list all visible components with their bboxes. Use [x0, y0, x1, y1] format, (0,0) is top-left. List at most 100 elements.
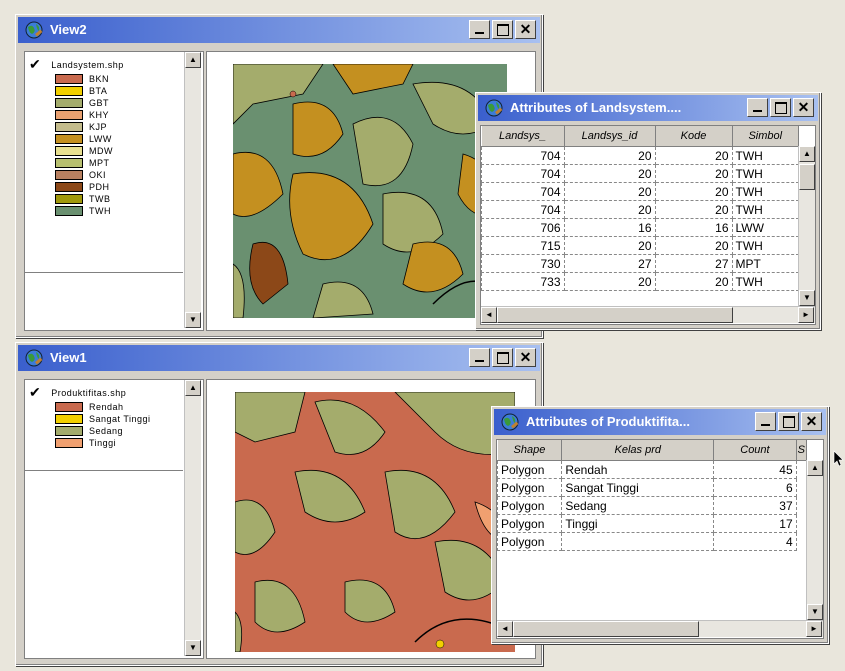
table-row[interactable]: Polygon Rendah 45: [497, 460, 807, 479]
column-header[interactable]: Landsys_id: [564, 126, 656, 147]
scroll-left-icon[interactable]: ◄: [481, 307, 497, 323]
table-cell[interactable]: 20: [654, 182, 733, 201]
table-cell[interactable]: 20: [654, 272, 733, 291]
checkmark-icon[interactable]: ✔: [29, 56, 41, 73]
scroll-thumb[interactable]: [513, 621, 699, 637]
close-icon[interactable]: ✕: [515, 20, 536, 39]
table-vertical-scrollbar[interactable]: ▲ ▼: [806, 460, 823, 620]
close-icon[interactable]: ✕: [515, 348, 536, 367]
table-cell[interactable]: TWH: [731, 164, 799, 183]
table-cell[interactable]: 27: [563, 254, 656, 273]
table-vertical-scrollbar[interactable]: ▲ ▼: [798, 146, 815, 306]
table-cell[interactable]: 20: [563, 146, 656, 165]
toc-scrollbar[interactable]: ▲ ▼: [184, 52, 201, 328]
table-cell[interactable]: 704: [481, 200, 565, 219]
scroll-down-icon[interactable]: ▼: [807, 604, 823, 620]
maximize-icon[interactable]: [778, 412, 799, 431]
table-row[interactable]: 730 27 27 MPT: [481, 254, 799, 273]
table-cell[interactable]: 20: [563, 164, 656, 183]
maximize-icon[interactable]: [492, 20, 513, 39]
scroll-up-icon[interactable]: ▲: [185, 380, 201, 396]
table-cell[interactable]: LWW: [731, 218, 799, 237]
maximize-icon[interactable]: [492, 348, 513, 367]
scroll-down-icon[interactable]: ▼: [185, 640, 201, 656]
table-cell[interactable]: 730: [481, 254, 565, 273]
scroll-left-icon[interactable]: ◄: [497, 621, 513, 637]
table-cell[interactable]: TWH: [731, 272, 799, 291]
table-cell[interactable]: [561, 532, 715, 551]
table-cell[interactable]: Rendah: [561, 460, 715, 479]
column-header[interactable]: Simbol: [732, 126, 799, 147]
column-header[interactable]: Landsys_: [481, 126, 565, 147]
column-header[interactable]: Kelas prd: [561, 440, 715, 461]
scroll-up-icon[interactable]: ▲: [807, 460, 823, 476]
landsystem-attributes-window[interactable]: Attributes of Landsystem.... ✕ Landsys_ L…: [475, 92, 821, 330]
table-row[interactable]: 715 20 20 TWH: [481, 236, 799, 255]
scroll-right-icon[interactable]: ►: [798, 307, 814, 323]
scroll-right-icon[interactable]: ►: [806, 621, 822, 637]
table-cell[interactable]: 20: [654, 236, 733, 255]
table-cell[interactable]: Polygon: [497, 460, 563, 479]
table-cell[interactable]: Polygon: [497, 478, 563, 497]
checkmark-icon[interactable]: ✔: [29, 384, 41, 401]
table-horizontal-scrollbar[interactable]: ◄ ►: [481, 306, 815, 323]
table-cell[interactable]: 704: [481, 182, 565, 201]
table-cell[interactable]: TWH: [731, 200, 799, 219]
table-row[interactable]: 704 20 20 TWH: [481, 182, 799, 201]
view1-table-of-contents[interactable]: ✔ Produktifitas.shp Rendah Sangat Tinggi S…: [24, 379, 204, 659]
scroll-thumb[interactable]: [497, 307, 733, 323]
table-row[interactable]: 733 20 20 TWH: [481, 272, 799, 291]
view2-window[interactable]: View2 ✕ ✔ Landsystem.shp BKN BTA GBT KHY KJP…: [15, 14, 543, 338]
column-header[interactable]: S: [796, 440, 808, 461]
table-cell[interactable]: 20: [654, 146, 733, 165]
table-cell[interactable]: 45: [713, 460, 797, 479]
view1-titlebar[interactable]: View1 ✕: [18, 345, 540, 371]
view2-titlebar[interactable]: View2 ✕: [18, 17, 540, 43]
table-cell[interactable]: 704: [481, 146, 565, 165]
close-icon[interactable]: ✕: [793, 98, 814, 117]
scroll-down-icon[interactable]: ▼: [185, 312, 201, 328]
table-cell[interactable]: 4: [713, 532, 797, 551]
toc-scrollbar[interactable]: ▲ ▼: [184, 380, 201, 656]
table-cell[interactable]: MPT: [731, 254, 799, 273]
table-cell[interactable]: 20: [654, 200, 733, 219]
table-row[interactable]: 704 20 20 TWH: [481, 200, 799, 219]
table-cell[interactable]: 37: [713, 496, 797, 515]
close-icon[interactable]: ✕: [801, 412, 822, 431]
table-cell[interactable]: 715: [481, 236, 565, 255]
table-cell[interactable]: 16: [654, 218, 733, 237]
table-cell[interactable]: TWH: [731, 236, 799, 255]
table-cell[interactable]: 20: [563, 200, 656, 219]
scroll-down-icon[interactable]: ▼: [799, 290, 815, 306]
table-cell[interactable]: 27: [654, 254, 733, 273]
landsystem-attribute-table[interactable]: Landsys_ Landsys_id Kode Simbol 704 20 20 TWH 7…: [480, 125, 816, 325]
table-cell[interactable]: 20: [563, 272, 656, 291]
table-row[interactable]: 704 20 20 TWH: [481, 146, 799, 165]
column-header[interactable]: Kode: [655, 126, 733, 147]
minimize-icon[interactable]: [469, 20, 490, 39]
view1-window[interactable]: View1 ✕ ✔ Produktifitas.shp Rendah Sangat…: [15, 342, 543, 666]
minimize-icon[interactable]: [747, 98, 768, 117]
table-horizontal-scrollbar[interactable]: ◄ ►: [497, 620, 823, 637]
table-cell[interactable]: Polygon: [497, 514, 563, 533]
table-cell[interactable]: 20: [563, 182, 656, 201]
scroll-up-icon[interactable]: ▲: [185, 52, 201, 68]
landsystem-attributes-titlebar[interactable]: Attributes of Landsystem.... ✕: [478, 95, 818, 121]
table-cell[interactable]: 733: [481, 272, 565, 291]
scroll-thumb[interactable]: [799, 164, 815, 190]
table-cell[interactable]: 706: [481, 218, 565, 237]
table-row[interactable]: 706 16 16 LWW: [481, 218, 799, 237]
column-header[interactable]: Shape: [497, 440, 563, 461]
table-cell[interactable]: 704: [481, 164, 565, 183]
table-cell[interactable]: 20: [563, 236, 656, 255]
table-cell[interactable]: 20: [654, 164, 733, 183]
table-cell[interactable]: Sangat Tinggi: [561, 478, 715, 497]
table-row[interactable]: 704 20 20 TWH: [481, 164, 799, 183]
table-cell[interactable]: Sedang: [561, 496, 715, 515]
table-cell[interactable]: Polygon: [497, 496, 563, 515]
table-cell[interactable]: Polygon: [497, 532, 563, 551]
produktifitas-attributes-titlebar[interactable]: Attributes of Produktifita... ✕: [494, 409, 826, 435]
table-cell[interactable]: 6: [713, 478, 797, 497]
produktifitas-map-canvas[interactable]: [206, 379, 536, 659]
table-cell[interactable]: 17: [713, 514, 797, 533]
